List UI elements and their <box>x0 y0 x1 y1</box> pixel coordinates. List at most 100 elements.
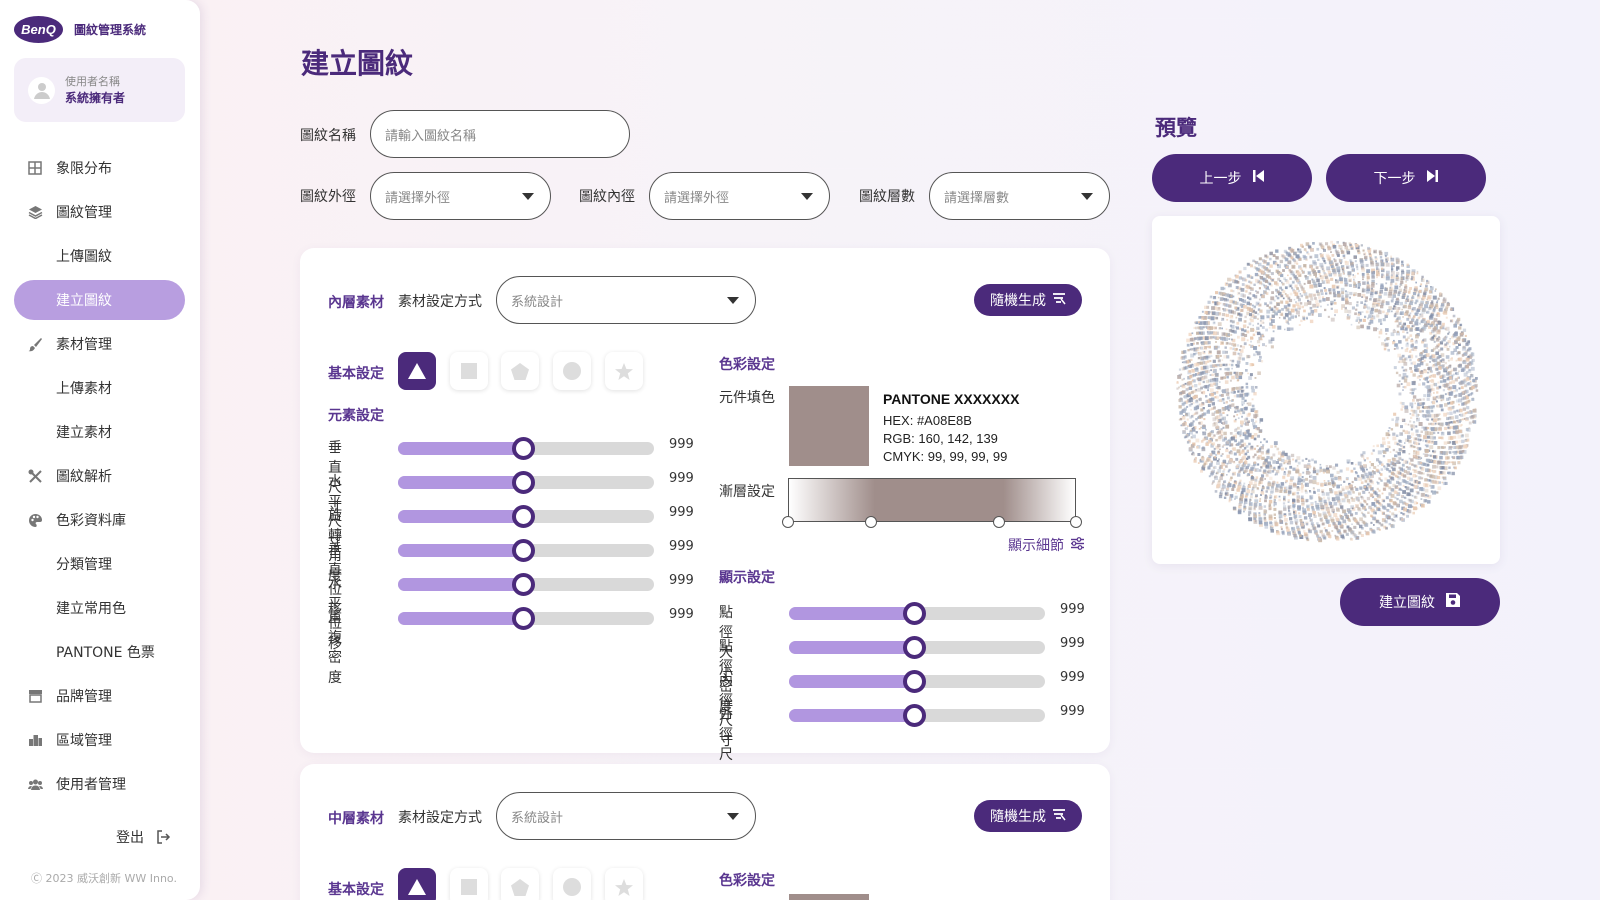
slider-value: 999 <box>1060 670 1085 685</box>
outer-diameter-select[interactable]: 請選擇外徑 <box>370 172 551 220</box>
logout-label: 登出 <box>116 830 144 846</box>
slider-handle[interactable] <box>512 505 536 528</box>
shape-pentagon-button[interactable] <box>501 868 539 900</box>
shape-square-button[interactable] <box>450 868 488 900</box>
sidebar-item-label: 建立常用色 <box>56 601 126 617</box>
slider-track[interactable] <box>398 539 654 562</box>
slider-track[interactable] <box>398 437 654 460</box>
triangle-icon <box>408 879 426 895</box>
random-generate-button[interactable]: 隨機生成 <box>974 284 1082 316</box>
slider-track[interactable] <box>398 471 654 494</box>
slider-track[interactable] <box>398 607 654 630</box>
material-method-label: 素材設定方式 <box>398 294 482 310</box>
slider-track[interactable] <box>398 505 654 528</box>
triangle-icon <box>408 363 426 379</box>
previous-step-button[interactable]: 上一步 <box>1152 154 1312 202</box>
avatar-icon <box>28 76 55 104</box>
cmyk-value: CMYK: 99, 99, 99, 99 <box>883 449 1008 464</box>
outer-diameter-value: 請選擇外徑 <box>385 190 451 206</box>
slider-value: 999 <box>669 573 694 588</box>
sidebar-item-material-management[interactable]: 素材管理 <box>14 324 185 364</box>
user-name: 使用者名稱 <box>65 74 120 88</box>
slider-handle[interactable] <box>903 670 927 693</box>
gradient-stop-handle[interactable] <box>993 516 1005 528</box>
layers-label: 圖紋層數 <box>859 189 915 205</box>
sidebar-item-upload-pattern[interactable]: 上傳圖紋 <box>14 236 185 276</box>
slider-label: 重複密度 <box>328 610 342 686</box>
gradient-stop-handle[interactable] <box>782 516 794 528</box>
grid-icon <box>27 160 43 176</box>
previous-step-label: 上一步 <box>1199 171 1242 187</box>
sidebar-item-user-management[interactable]: 使用者管理 <box>14 764 185 804</box>
sidebar-item-upload-material[interactable]: 上傳素材 <box>14 368 185 408</box>
slider-fill <box>398 510 524 523</box>
slider-track[interactable] <box>789 636 1045 659</box>
fill-color-label: 元件填色 <box>719 390 775 406</box>
next-step-button[interactable]: 下一步 <box>1326 154 1486 202</box>
gradient-editor[interactable] <box>788 478 1076 522</box>
slider-handle[interactable] <box>903 602 927 625</box>
brush-icon <box>27 336 43 352</box>
sidebar-item-quadrant[interactable]: 象限分布 <box>14 148 185 188</box>
shape-circle-button[interactable] <box>553 352 591 390</box>
user-card[interactable]: 使用者名稱 系統擁有者 <box>14 58 185 122</box>
layers-select[interactable]: 請選擇層數 <box>929 172 1110 220</box>
slider-handle[interactable] <box>903 636 927 659</box>
inner-diameter-select[interactable]: 請選擇外徑 <box>649 172 830 220</box>
color-swatch[interactable] <box>789 894 869 900</box>
slider-fill <box>398 442 524 455</box>
material-method-select[interactable]: 系統設計 <box>496 276 756 324</box>
gradient-stop-handle[interactable] <box>865 516 877 528</box>
slider-track[interactable] <box>398 573 654 596</box>
slider-handle[interactable] <box>512 573 536 596</box>
sidebar: BenQ 圖紋管理系統 使用者名稱 系統擁有者 象限分布 圖紋管理 上傳圖紋 建… <box>0 0 200 900</box>
sidebar-item-label: 分類管理 <box>56 557 112 573</box>
random-generate-label: 隨機生成 <box>990 809 1046 825</box>
basic-settings-label: 基本設定 <box>328 366 384 382</box>
sidebar-item-common-colors[interactable]: 建立常用色 <box>14 588 185 628</box>
sidebar-item-color-database[interactable]: 色彩資料庫 <box>14 500 185 540</box>
slider-handle[interactable] <box>512 539 536 562</box>
slider-track[interactable] <box>789 670 1045 693</box>
color-settings-label: 色彩設定 <box>719 357 775 373</box>
show-details-label: 顯示細節 <box>1008 538 1064 554</box>
shape-star-button[interactable] <box>605 868 643 900</box>
shape-triangle-button[interactable] <box>398 868 436 900</box>
shape-triangle-button[interactable] <box>398 352 436 390</box>
color-swatch[interactable] <box>789 386 869 466</box>
material-method-select[interactable]: 系統設計 <box>496 792 756 840</box>
shape-pentagon-button[interactable] <box>501 352 539 390</box>
sidebar-item-pattern-management[interactable]: 圖紋管理 <box>14 192 185 232</box>
slider-track[interactable] <box>789 602 1045 625</box>
slider-handle[interactable] <box>512 471 536 494</box>
benq-logo[interactable]: BenQ <box>14 16 63 43</box>
show-details-link[interactable]: 顯示細節 <box>1008 535 1085 555</box>
sidebar-item-label: 圖紋管理 <box>56 205 112 221</box>
logout-button[interactable]: 登出 <box>116 827 171 847</box>
sidebar-item-region-management[interactable]: 區域管理 <box>14 720 185 760</box>
display-sliders: 點徑大小 999 點徑密度 999 內徑尺寸 999 外徑尺寸 999 <box>719 599 1099 783</box>
shape-square-button[interactable] <box>450 352 488 390</box>
tools-icon <box>27 468 43 484</box>
sidebar-item-create-material[interactable]: 建立素材 <box>14 412 185 452</box>
shape-star-button[interactable] <box>605 352 643 390</box>
sidebar-item-brand-management[interactable]: 品牌管理 <box>14 676 185 716</box>
chevron-down-icon <box>1081 193 1093 200</box>
slider-handle[interactable] <box>512 607 536 630</box>
element-settings-label: 元素設定 <box>328 408 384 424</box>
random-generate-button[interactable]: 隨機生成 <box>974 800 1082 832</box>
sidebar-item-create-pattern[interactable]: 建立圖紋 <box>14 280 185 320</box>
slider-handle[interactable] <box>903 704 927 727</box>
slider-value: 999 <box>669 607 694 622</box>
shape-circle-button[interactable] <box>553 868 591 900</box>
sidebar-item-pantone[interactable]: PANTONE 色票 <box>14 632 185 672</box>
pattern-name-input[interactable]: 請輸入圖紋名稱 <box>370 110 630 158</box>
preview-canvas <box>1152 216 1500 564</box>
sidebar-item-pattern-analysis[interactable]: 圖紋解析 <box>14 456 185 496</box>
gradient-stop-handle[interactable] <box>1070 516 1082 528</box>
palette-icon <box>27 512 43 528</box>
slider-handle[interactable] <box>512 437 536 460</box>
create-pattern-button[interactable]: 建立圖紋 <box>1340 578 1500 626</box>
slider-track[interactable] <box>789 704 1045 727</box>
sidebar-item-category-management[interactable]: 分類管理 <box>14 544 185 584</box>
